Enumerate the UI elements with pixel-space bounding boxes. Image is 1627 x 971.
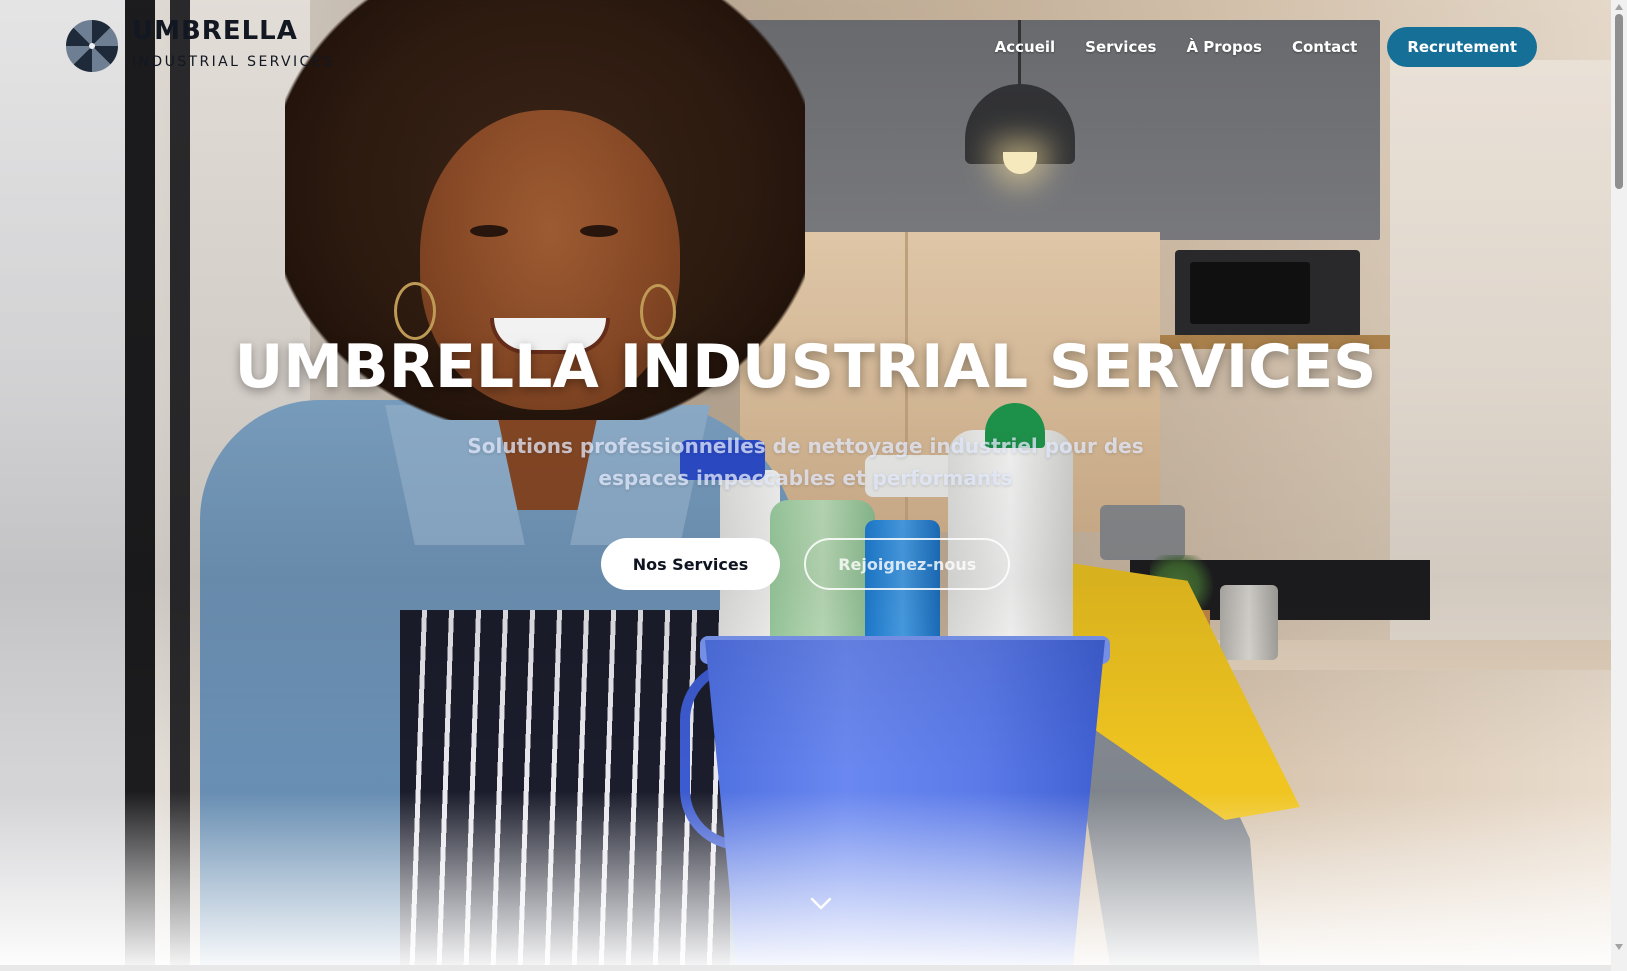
site-header: UMBRELLA INDUSTRIAL SERVICES Accueil Ser…: [0, 0, 1611, 92]
scroll-down-arrow-icon[interactable]: [1615, 944, 1623, 950]
brand-subtitle: INDUSTRIAL SERVICES: [132, 54, 335, 70]
umbrella-logo-icon: [65, 19, 119, 73]
brand-logo[interactable]: UMBRELLA INDUSTRIAL SERVICES: [64, 16, 334, 74]
hero-title: UMBRELLA INDUSTRIAL SERVICES: [234, 332, 1377, 402]
brand-title: UMBRELLA: [132, 16, 298, 46]
page-viewport: UMBRELLA INDUSTRIAL SERVICES Accueil Ser…: [0, 0, 1611, 965]
chevron-down-icon[interactable]: [808, 890, 834, 916]
hero-actions: Nos Services Rejoignez-nous: [0, 538, 1611, 590]
nav-link-services[interactable]: Services: [1085, 38, 1156, 56]
recrutement-button[interactable]: Recrutement: [1387, 27, 1537, 67]
rejoignez-nous-button[interactable]: Rejoignez-nous: [804, 538, 1011, 590]
scrollbar-thumb[interactable]: [1615, 14, 1623, 189]
nav-link-accueil[interactable]: Accueil: [995, 38, 1056, 56]
nav-link-contact[interactable]: Contact: [1292, 38, 1357, 56]
brand-text: UMBRELLA INDUSTRIAL SERVICES: [132, 16, 334, 70]
vertical-scrollbar[interactable]: [1611, 0, 1627, 971]
hero-subtitle: Solutions professionnelles de nettoyage …: [467, 434, 1144, 490]
nos-services-button[interactable]: Nos Services: [600, 538, 781, 590]
hero-section: UMBRELLA INDUSTRIAL SERVICES Solutions p…: [0, 330, 1611, 590]
nav-link-a-propos[interactable]: À Propos: [1186, 38, 1262, 56]
scroll-up-arrow-icon[interactable]: [1615, 4, 1623, 10]
horizontal-scrollbar[interactable]: [0, 965, 1611, 971]
main-navigation: Accueil Services À Propos Contact Recrut…: [995, 27, 1537, 67]
